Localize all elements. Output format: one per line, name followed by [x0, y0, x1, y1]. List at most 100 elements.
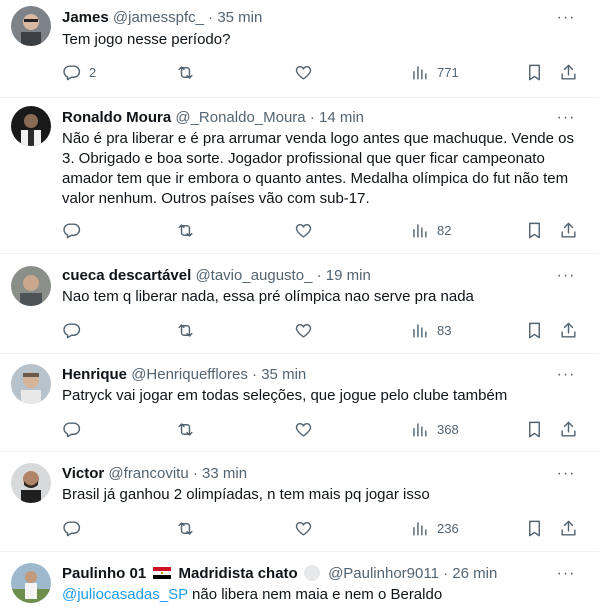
timestamp[interactable]: 14 min — [319, 109, 364, 126]
avatar[interactable] — [11, 364, 51, 404]
reply-icon — [63, 222, 81, 238]
separator-dot: · — [252, 366, 258, 383]
bookmark-icon — [529, 64, 540, 80]
timestamp[interactable]: 35 min — [261, 366, 306, 383]
author-handle[interactable]: @francovitu — [108, 465, 188, 482]
reply-count: 2 — [89, 64, 97, 80]
like-button[interactable] — [294, 517, 321, 539]
reply-button[interactable] — [62, 219, 89, 241]
timestamp[interactable]: 33 min — [202, 465, 247, 482]
views-icon — [413, 323, 427, 338]
reply-button[interactable] — [62, 418, 89, 440]
views-button[interactable]: 82 — [410, 219, 451, 241]
action-bar: 83 — [62, 319, 583, 341]
mention-link[interactable]: @juliocasadas_SP — [62, 586, 188, 603]
bookmark-button[interactable] — [525, 517, 544, 539]
author-name[interactable]: Victor — [62, 465, 104, 482]
author-handle[interactable]: @_Ronaldo_Moura — [175, 109, 305, 126]
author-handle[interactable]: @tavio_augusto_ — [195, 267, 312, 284]
share-icon — [561, 322, 576, 338]
share-button[interactable] — [559, 319, 578, 341]
like-button[interactable] — [294, 219, 321, 241]
tweet[interactable]: Henrique @Henriquefflores · 35 min ··· P… — [0, 354, 599, 452]
bookmark-icon — [529, 322, 540, 338]
more-icon[interactable]: ··· — [555, 365, 577, 385]
avatar[interactable] — [11, 106, 51, 146]
like-icon — [295, 223, 312, 238]
bookmark-button[interactable] — [525, 219, 544, 241]
views-button[interactable]: 771 — [410, 61, 459, 83]
avatar[interactable] — [11, 463, 51, 503]
tweet-header: Ronaldo Moura @_Ronaldo_Moura · 14 min — [62, 108, 559, 128]
reply-icon — [63, 322, 81, 338]
timestamp[interactable]: 19 min — [326, 267, 371, 284]
more-icon[interactable]: ··· — [555, 266, 577, 286]
retweet-icon — [178, 422, 193, 436]
tweet[interactable]: cueca descartável @tavio_augusto_ · 19 m… — [0, 254, 599, 354]
views-button[interactable]: 83 — [410, 319, 451, 341]
share-button[interactable] — [559, 418, 578, 440]
author-handle[interactable]: @jamesspfc_ — [113, 9, 204, 26]
reply-icon — [63, 64, 81, 80]
author-name-suffix[interactable]: Madridista chato — [179, 565, 298, 582]
tweet-header: James @jamesspfc_ · 35 min — [62, 8, 559, 28]
author-handle[interactable]: @Henriquefflores — [131, 366, 248, 383]
author-name[interactable]: Henrique — [62, 366, 127, 383]
separator-dot: · — [208, 9, 214, 26]
tweet[interactable]: James @jamesspfc_ · 35 min ··· Tem jogo … — [0, 0, 599, 98]
views-button[interactable]: 236 — [410, 517, 459, 539]
timestamp[interactable]: 35 min — [217, 9, 262, 26]
author-handle[interactable]: @Paulinhor9011 — [328, 565, 439, 582]
like-icon — [295, 323, 312, 338]
views-count: 368 — [437, 421, 459, 437]
retweet-icon — [178, 223, 193, 237]
more-icon[interactable]: ··· — [555, 108, 577, 128]
share-icon — [561, 520, 576, 536]
tweet-text-rest: não libera nem maia e nem o Beraldo — [187, 586, 443, 603]
reply-icon — [63, 421, 81, 437]
author-name[interactable]: Paulinho 01 — [62, 565, 146, 582]
reply-button[interactable]: 2 — [62, 61, 96, 83]
tweet[interactable]: Ronaldo Moura @_Ronaldo_Moura · 14 min ·… — [0, 98, 599, 254]
views-count: 771 — [437, 64, 459, 80]
views-count: 83 — [437, 322, 452, 338]
more-icon[interactable]: ··· — [555, 564, 577, 584]
bookmark-button[interactable] — [525, 319, 544, 341]
egypt-flag-icon — [153, 567, 172, 579]
author-name[interactable]: Ronaldo Moura — [62, 109, 171, 126]
reply-button[interactable] — [62, 517, 89, 539]
avatar[interactable] — [11, 266, 51, 306]
avatar[interactable] — [11, 563, 51, 603]
share-button[interactable] — [559, 219, 578, 241]
retweet-button[interactable] — [176, 418, 203, 440]
timestamp[interactable]: 26 min — [452, 565, 497, 582]
more-icon[interactable]: ··· — [555, 8, 577, 28]
like-button[interactable] — [294, 319, 321, 341]
tweet-text: Tem jogo nesse período? — [62, 31, 231, 48]
share-button[interactable] — [559, 517, 578, 539]
more-icon[interactable]: ··· — [555, 464, 577, 484]
bookmark-button[interactable] — [525, 61, 544, 83]
bookmark-button[interactable] — [525, 418, 544, 440]
tweet[interactable]: Paulinho 01 Madridista chato @Paulinhor9… — [0, 552, 599, 610]
tweet-text: @juliocasadas_SP não libera nem maia e n… — [62, 585, 582, 605]
author-name[interactable]: cueca descartável — [62, 267, 191, 284]
like-button[interactable] — [294, 61, 321, 83]
tweet[interactable]: Victor @francovitu · 33 min ··· Brasil j… — [0, 452, 599, 552]
retweet-button[interactable] — [176, 319, 203, 341]
retweet-button[interactable] — [176, 517, 203, 539]
retweet-button[interactable] — [176, 219, 203, 241]
reply-button[interactable] — [62, 319, 89, 341]
tweet-header: cueca descartável @tavio_augusto_ · 19 m… — [62, 266, 559, 286]
avatar[interactable] — [11, 6, 51, 46]
author-name[interactable]: James — [62, 9, 109, 26]
views-button[interactable]: 368 — [410, 418, 459, 440]
share-icon — [561, 64, 576, 80]
views-icon — [413, 65, 427, 80]
bookmark-icon — [529, 421, 540, 437]
share-button[interactable] — [559, 61, 578, 83]
like-button[interactable] — [294, 418, 321, 440]
action-bar: 2 771 — [62, 61, 583, 83]
retweet-button[interactable] — [176, 61, 203, 83]
tweet-text: Nao tem q liberar nada, essa pré olímpic… — [62, 288, 474, 305]
